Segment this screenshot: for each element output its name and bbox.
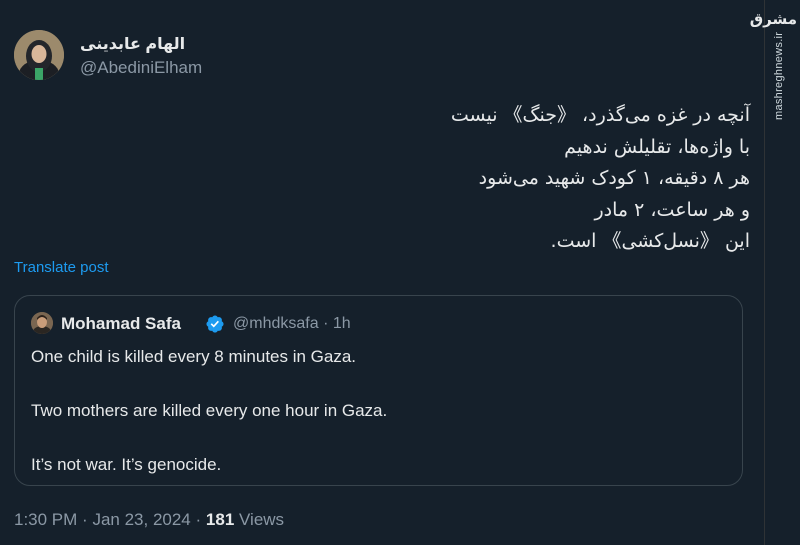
- tweet-line: این 《نسل‌کشی》 است.: [550, 230, 750, 252]
- author-handle[interactable]: @AbediniElham: [80, 58, 202, 78]
- meta-separator: ·: [323, 315, 329, 332]
- quoted-text: One child is killed every 8 minutes in G…: [31, 343, 721, 478]
- tweet-footer: 1:30 PM · Jan 23, 2024 · 181 Views: [14, 510, 284, 530]
- footer-separator: ·: [195, 510, 202, 529]
- quoted-line: Two mothers are killed every one hour in…: [31, 401, 388, 420]
- views-label: Views: [239, 510, 285, 529]
- mashregh-logo: مشرق: [749, 10, 797, 28]
- tweet-line: و هر ساعت، ۲ مادر: [594, 198, 750, 221]
- tweet-line: آنچه در غزه می‌گذرد، 《جنگ》 نیست: [450, 104, 750, 126]
- post-date[interactable]: Jan 23, 2024: [92, 510, 190, 529]
- quoted-tweet[interactable]: Mohamad Safa @mhdksafa · 1h One child is…: [14, 295, 743, 486]
- post-time[interactable]: 1:30 PM: [14, 510, 77, 529]
- quoted-timestamp[interactable]: 1h: [333, 315, 351, 332]
- author-display-name[interactable]: الهام عابدینی: [80, 34, 185, 54]
- translate-post-link[interactable]: Translate post: [14, 259, 109, 276]
- tweet-line: هر ۸ دقیقه، ۱ کودک شهید می‌شود: [478, 167, 750, 189]
- footer-separator: ·: [82, 510, 88, 529]
- verified-badge-icon: [206, 315, 224, 333]
- quoted-author-avatar[interactable]: [31, 312, 53, 334]
- watermark-site: mashreghnews.ir: [773, 31, 785, 120]
- quoted-author-name[interactable]: Mohamad Safa: [61, 314, 181, 334]
- quoted-author-handle[interactable]: @mhdksafa: [233, 315, 319, 332]
- quoted-line: It’s not war. It’s genocide.: [31, 455, 222, 474]
- tweet-text: آنچه در غزه می‌گذرد، 《جنگ》 نیست با واژه‌…: [250, 100, 750, 258]
- tweet-line: با واژه‌ها، تقلیلش ندهیم: [564, 135, 750, 158]
- quoted-line: One child is killed every 8 minutes in G…: [31, 347, 357, 366]
- quoted-meta: @mhdksafa · 1h: [233, 315, 351, 333]
- watermark-strip: مشرق mashreghnews.ir: [749, 0, 800, 545]
- tweet-card: الهام عابدینی @AbediniElham آنچه در غزه …: [0, 0, 764, 545]
- views-count: 181: [205, 510, 235, 529]
- author-avatar[interactable]: [14, 30, 64, 80]
